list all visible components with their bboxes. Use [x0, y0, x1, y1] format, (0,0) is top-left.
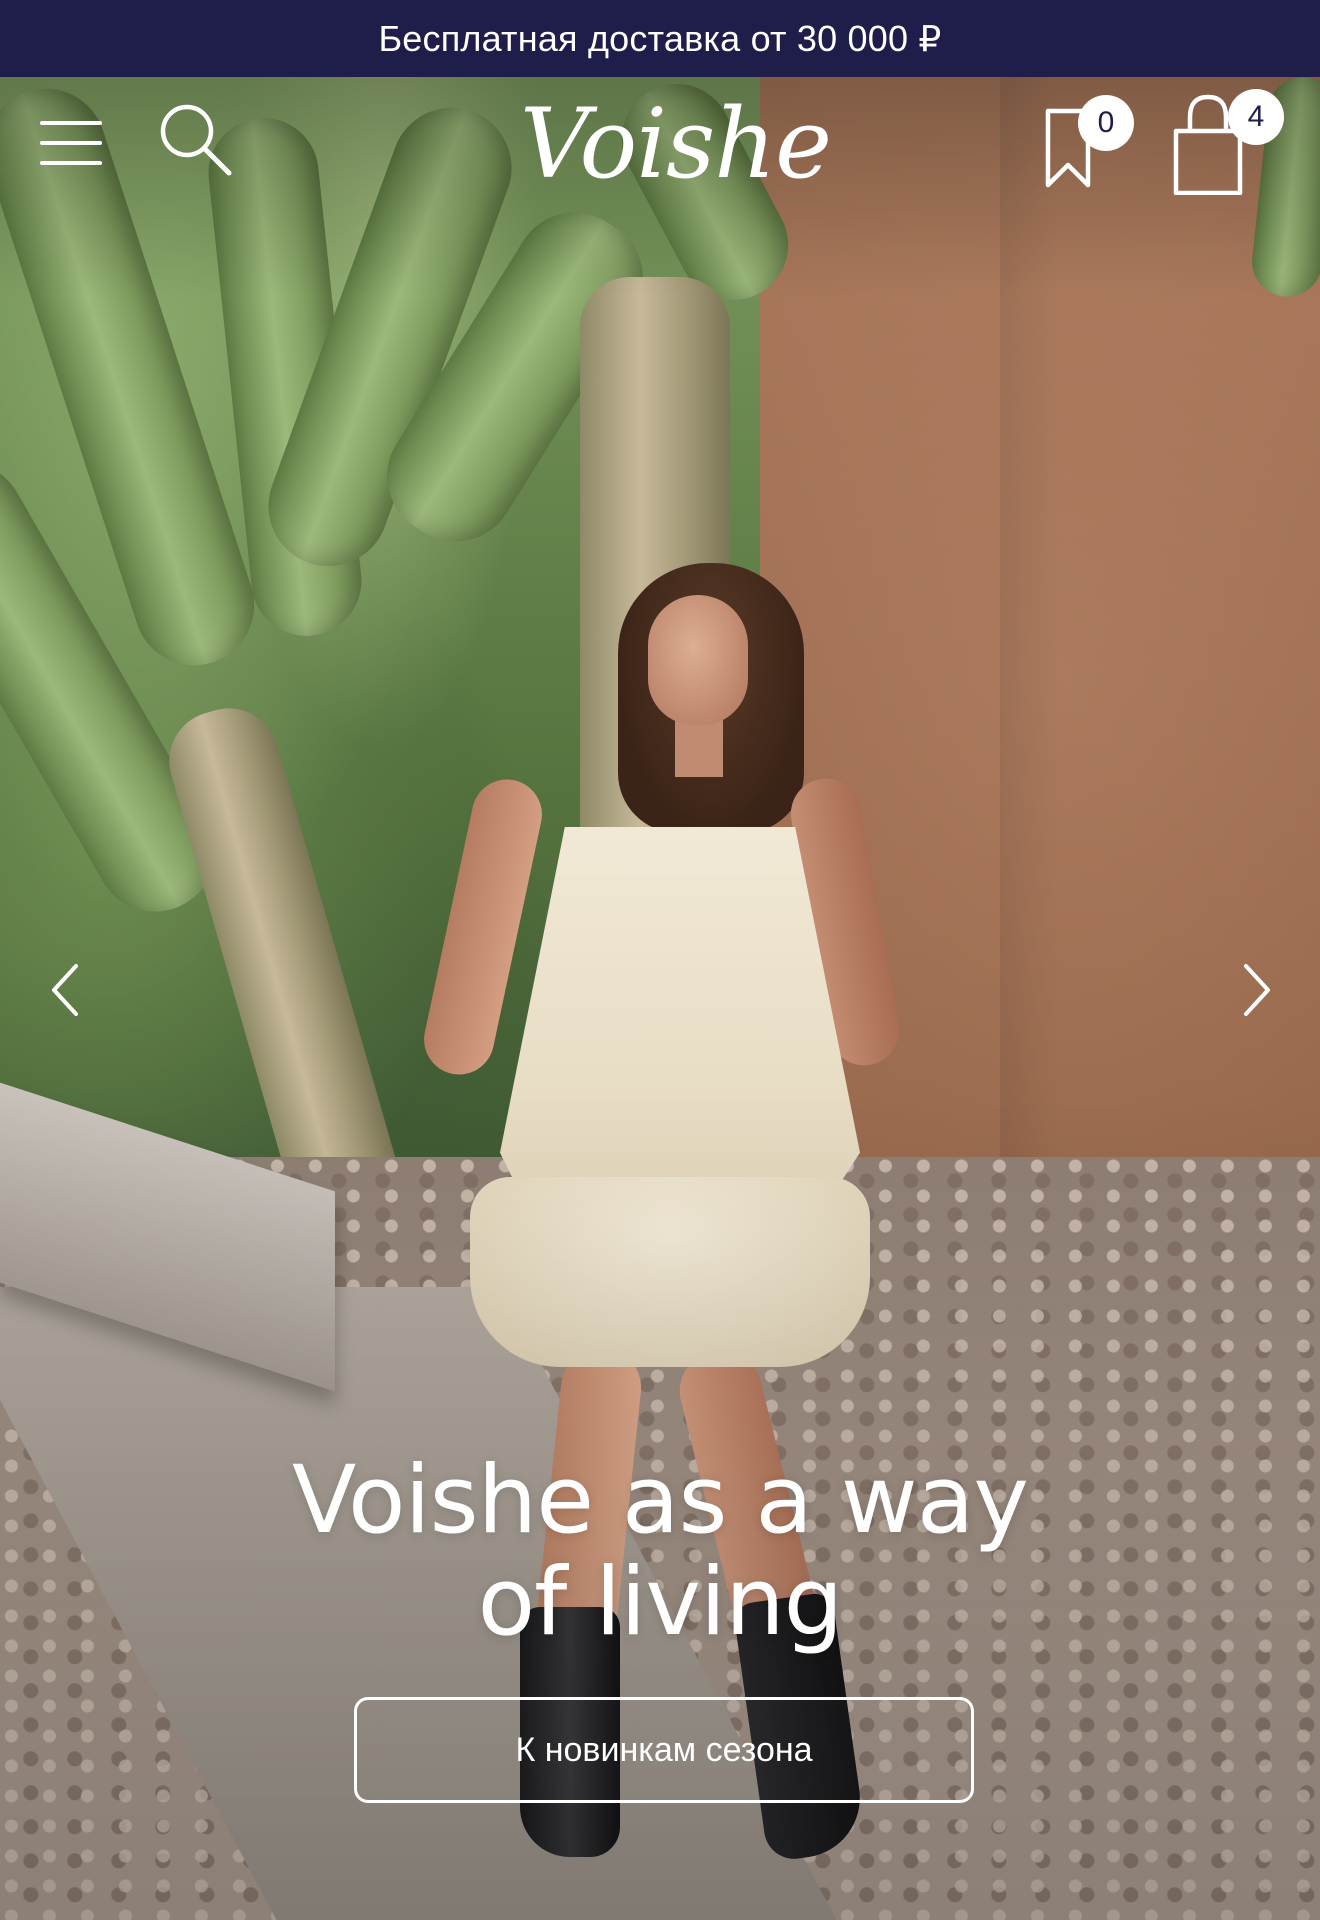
hero-headline: Voishe as a way of living [160, 1450, 1160, 1654]
search-icon [160, 104, 232, 176]
page: Бесплатная доставка от 30 000 ₽ Voishe 0… [0, 0, 1320, 1920]
season-collection-button[interactable]: К новинкам сезона [354, 1697, 974, 1803]
promo-text: Бесплатная доставка от 30 000 ₽ [378, 17, 942, 59]
hamburger-menu-icon [40, 121, 102, 125]
chevron-right-icon [1244, 964, 1270, 1016]
favorites-button[interactable]: 0 [1040, 93, 1140, 193]
site-header: Voishe 0 4 [0, 77, 1320, 217]
brand-logo[interactable]: Voishe [520, 89, 832, 199]
favorites-count-badge: 0 [1078, 95, 1134, 151]
promo-bar: Бесплатная доставка от 30 000 ₽ [0, 0, 1320, 77]
cart-button[interactable]: 4 [1168, 89, 1288, 195]
carousel-prev-button[interactable] [36, 950, 96, 1030]
cart-count-badge: 4 [1228, 89, 1284, 145]
hero-headline-line-2: of living [477, 1548, 844, 1657]
hero-headline-line-1: Voishe as a way [292, 1446, 1029, 1555]
search-button[interactable] [155, 99, 235, 179]
chevron-left-icon [52, 964, 78, 1016]
carousel-next-button[interactable] [1226, 950, 1286, 1030]
menu-button[interactable] [38, 117, 104, 173]
